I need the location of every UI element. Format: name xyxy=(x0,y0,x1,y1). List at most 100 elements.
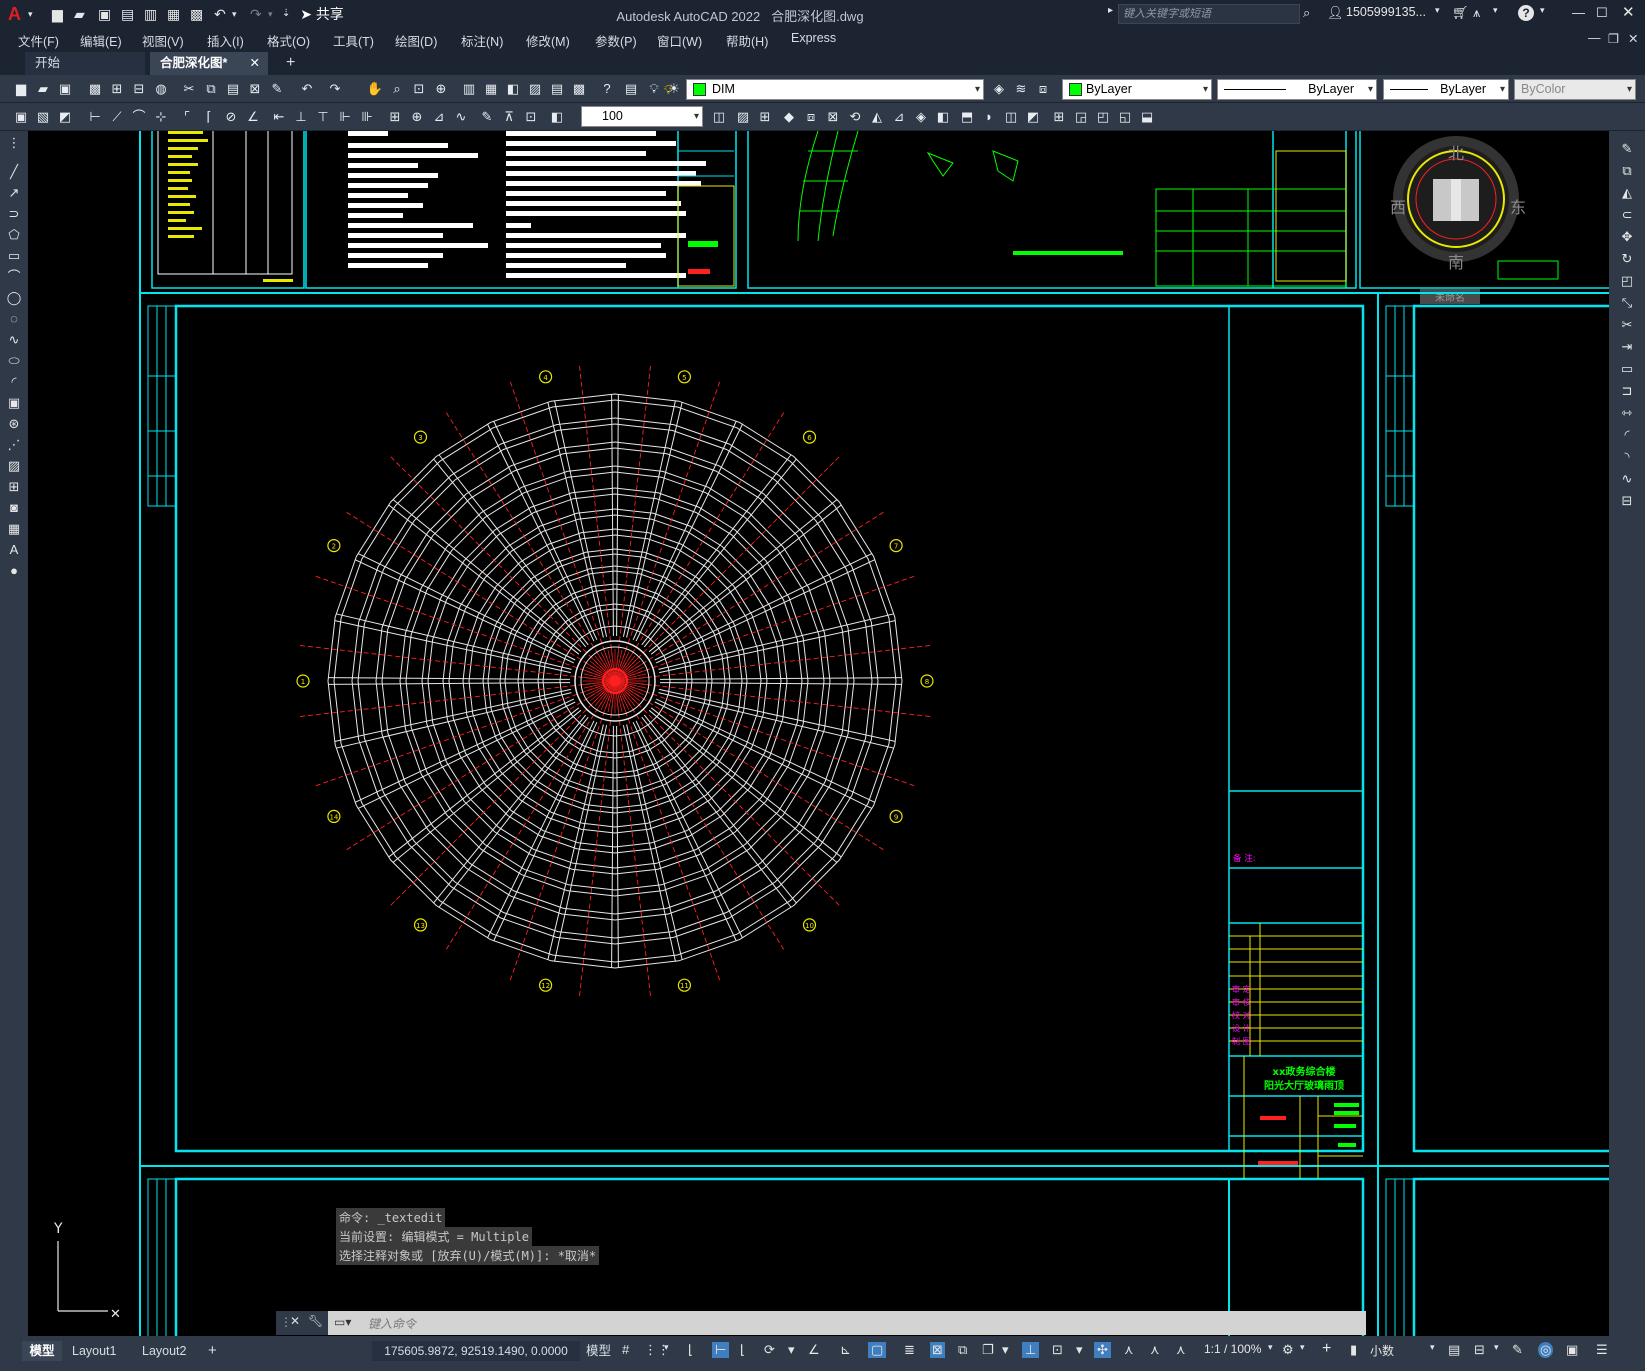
join-icon[interactable]: ⊞ xyxy=(1050,108,1068,126)
layer-state-icon[interactable]: 💡︎ xyxy=(645,80,663,98)
join-obj-icon[interactable]: ⇿ xyxy=(1617,403,1637,423)
extend-obj-icon[interactable]: ⇥ xyxy=(1617,337,1637,357)
open-file-icon[interactable]: ▰ xyxy=(74,4,85,24)
properties-icon[interactable]: ▥ xyxy=(460,80,478,98)
menu-help[interactable]: 帮助(H) xyxy=(726,31,768,50)
jogged-icon[interactable]: ⌈ xyxy=(200,108,218,126)
zoom-window-icon[interactable]: ⊡ xyxy=(410,80,428,98)
stretch-obj-icon[interactable]: ⤡ xyxy=(1617,293,1637,313)
paste-icon[interactable]: ▤ xyxy=(224,80,242,98)
polar-icon[interactable]: ⌊ xyxy=(740,1342,745,1358)
group-icon[interactable]: ⧈ xyxy=(802,108,820,126)
new-tab-icon[interactable]: + xyxy=(276,52,306,75)
update-icon[interactable]: ⊡ xyxy=(522,108,540,126)
dim-style-icon[interactable]: ▣ xyxy=(12,108,30,126)
hatch-icon[interactable]: ▨ xyxy=(4,456,24,476)
text-edit-icon[interactable]: ⊼ xyxy=(500,108,518,126)
erase-icon[interactable]: ✎ xyxy=(1617,139,1637,159)
help-toolbar-icon[interactable]: ? xyxy=(598,80,616,98)
command-close-icon[interactable]: ✕ xyxy=(290,1314,300,1328)
fillet-obj-icon[interactable]: ◝ xyxy=(1617,447,1637,467)
pan-icon[interactable]: ✋ xyxy=(366,80,384,98)
undo-icon[interactable]: ↶ xyxy=(214,4,226,24)
explode-obj-icon[interactable]: ⊟ xyxy=(1617,491,1637,511)
continue-icon[interactable]: ⊤ xyxy=(314,108,332,126)
menu-edit[interactable]: 编辑(E) xyxy=(80,31,122,50)
workspace-dropdown-icon[interactable]: ▾ xyxy=(1300,1342,1305,1353)
mirror-icon[interactable]: ◭ xyxy=(868,108,886,126)
menu-insert[interactable]: 插入(I) xyxy=(207,31,244,50)
drawing-canvas[interactable]: 北 南 东 西 未命名 备 注: 审 定 审 核 校 对 设 计 制 图 xx政… xyxy=(28,131,1609,1336)
share-button[interactable]: ➤ 共享 xyxy=(298,4,346,24)
compass-south[interactable]: 南 xyxy=(1448,253,1464,272)
arc-icon[interactable]: ⌒ xyxy=(4,267,24,287)
extend-icon[interactable]: ◫ xyxy=(1002,108,1020,126)
quick-properties-icon[interactable]: ▤ xyxy=(1448,1342,1460,1358)
linear-dim-icon[interactable]: ⊢ xyxy=(86,108,104,126)
user-icon[interactable]: 👤︎ xyxy=(1327,5,1344,21)
undo-dropdown-icon[interactable]: ▾ xyxy=(232,4,237,24)
color-dropdown[interactable]: ByLayer ▾ xyxy=(1062,79,1212,100)
tolerance-icon[interactable]: ⊞ xyxy=(386,108,404,126)
command-recent-icon[interactable]: ▭▾ xyxy=(334,1315,351,1329)
customize-status-icon[interactable]: ☰ xyxy=(1596,1342,1608,1358)
save-icon[interactable]: ▣ xyxy=(98,4,111,24)
break-point-icon[interactable]: ◩ xyxy=(1024,108,1042,126)
lineweight-display-icon[interactable]: ≣ xyxy=(904,1342,915,1358)
units-dropdown-icon[interactable]: ▾ xyxy=(1430,1342,1435,1353)
add-selected-icon[interactable]: ● xyxy=(4,561,24,581)
help-dropdown-icon[interactable]: ▾ xyxy=(1540,5,1545,16)
point-icon[interactable]: ⋰ xyxy=(4,435,24,455)
circle-icon[interactable]: ◯ xyxy=(4,288,24,308)
space-icon[interactable]: ⊩ xyxy=(336,108,354,126)
trim-obj-icon[interactable]: ✂ xyxy=(1617,315,1637,335)
close-icon[interactable]: ✕ xyxy=(1622,3,1635,21)
dim-scale-dropdown[interactable]: 100 ▾ xyxy=(581,106,703,127)
zoom-realtime-icon[interactable]: ⌕ xyxy=(388,80,406,98)
layer-dropdown[interactable]: 💡︎ DIM ▾ xyxy=(664,79,984,100)
scale-obj-icon[interactable]: ◰ xyxy=(1617,271,1637,291)
aligned-dim-icon[interactable]: ⟋ xyxy=(108,108,126,126)
offset-icon[interactable]: ⊿ xyxy=(890,108,908,126)
design-center-icon[interactable]: ▦ xyxy=(482,80,500,98)
explode-icon[interactable]: ◆ xyxy=(780,108,798,126)
rectangle-icon[interactable]: ▭ xyxy=(4,246,24,266)
snap-dropdown-icon[interactable]: ▾ xyxy=(664,1342,669,1353)
lock-ui-dropdown-icon[interactable]: ▾ xyxy=(1494,1342,1499,1353)
ordinate-icon[interactable]: ⊹ xyxy=(152,108,170,126)
plot-icon[interactable]: ▩ xyxy=(86,80,104,98)
dynamic-ucs-icon[interactable]: ⊥ xyxy=(1022,1342,1040,1358)
workspace-gear-icon[interactable]: ⚙ xyxy=(1282,1342,1294,1358)
scale-dropdown-icon[interactable]: ▾ xyxy=(1268,1342,1273,1353)
grid-icon[interactable]: # xyxy=(622,1342,629,1357)
menu-format[interactable]: 格式(O) xyxy=(267,31,310,50)
menu-express[interactable]: Express xyxy=(791,31,836,45)
make-current-icon[interactable]: ◈ xyxy=(990,80,1008,98)
app-menu-chevron-icon[interactable]: ▾ xyxy=(28,4,33,24)
osnap-tracking-icon[interactable]: ∠ xyxy=(808,1342,820,1358)
plot-icon[interactable]: ▩ xyxy=(190,4,203,24)
polyline-icon[interactable]: ⊃ xyxy=(4,204,24,224)
blend-obj-icon[interactable]: ∿ xyxy=(1617,469,1637,489)
app-dropdown-icon[interactable]: ▾ xyxy=(1493,5,1498,16)
fillet-icon[interactable]: ◰ xyxy=(1094,108,1112,126)
hardware-acceleration-icon[interactable]: ◎ xyxy=(1538,1342,1554,1358)
units-value[interactable]: 小数 xyxy=(1370,1342,1394,1359)
block-editor-icon[interactable]: ✎ xyxy=(268,80,286,98)
autodesk-app-icon[interactable]: ⩚ xyxy=(1473,5,1480,21)
break-obj-icon[interactable]: ▭ xyxy=(1617,359,1637,379)
menu-draw[interactable]: 绘图(D) xyxy=(395,31,437,50)
tab-layout1[interactable]: Layout1 xyxy=(72,1341,116,1361)
new-file-icon[interactable]: ▆ xyxy=(52,4,63,24)
3d-print-icon[interactable]: ◍ xyxy=(152,80,170,98)
menu-view[interactable]: 视图(V) xyxy=(142,31,184,50)
ortho-icon[interactable]: ⊢ xyxy=(712,1342,730,1358)
save-as-icon[interactable]: ▤ xyxy=(121,4,134,24)
linetype-dropdown[interactable]: ByLayer ▾ xyxy=(1217,79,1377,100)
scale-icon[interactable]: ◧ xyxy=(934,108,952,126)
osnap-icon[interactable]: ⊾ xyxy=(840,1342,851,1358)
quickcalc-icon[interactable]: ▩ xyxy=(570,80,588,98)
user-name[interactable]: 1505999135... xyxy=(1346,5,1426,19)
doc-close-icon[interactable]: ✕ xyxy=(1628,31,1638,46)
move-icon[interactable]: ✥ xyxy=(1617,227,1637,247)
